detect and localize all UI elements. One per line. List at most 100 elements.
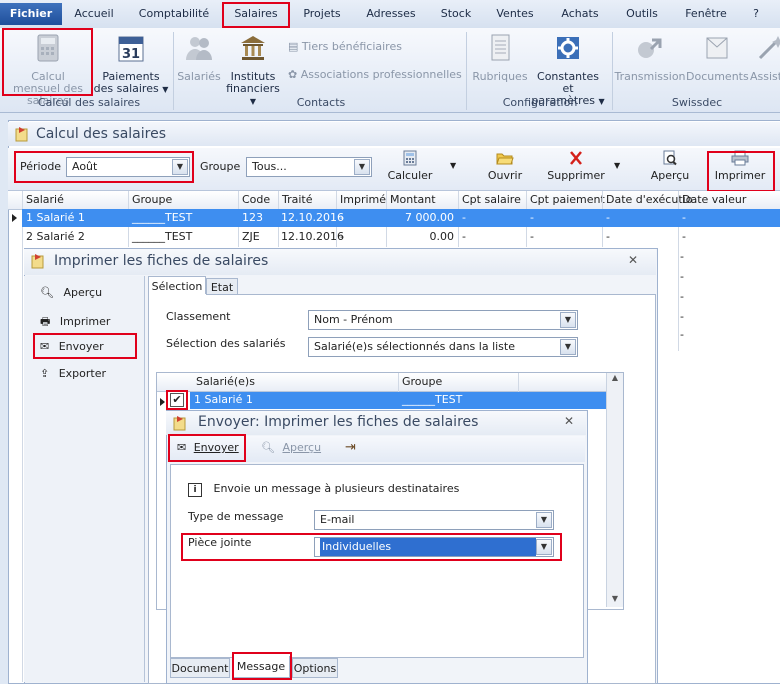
tiers-label: Tiers bénéficiaires [301, 40, 402, 53]
menu-projets[interactable]: Projets [298, 4, 346, 24]
menu-accueil[interactable]: Accueil [68, 4, 120, 24]
supprimer-button[interactable]: Supprimer [544, 150, 608, 182]
row-checkbox[interactable]: ✔ [170, 393, 184, 407]
window-app-icon [173, 416, 186, 431]
exit-icon[interactable]: ⇥ [345, 440, 356, 455]
chevron-down-icon: ▼ [536, 512, 552, 528]
imprimer-button[interactable]: Imprimer [708, 150, 772, 182]
apercu-button-disabled[interactable]: 🔍︎ Aperçu [261, 441, 321, 454]
side-exporter[interactable]: ⇪ Exporter [40, 367, 106, 380]
menu-achats[interactable]: Achats [556, 4, 604, 24]
info-icon: i [188, 483, 202, 497]
transmission-label: Transmission [614, 70, 686, 83]
col-date-valeur[interactable]: Date valeur [682, 192, 746, 208]
tab-selection[interactable]: Sélection [148, 276, 206, 296]
list-col-salaries[interactable]: Salarié(e)s [196, 374, 255, 390]
col-date-execution[interactable]: Date d'exécutio [606, 192, 692, 208]
menu-comptabilite[interactable]: Comptabilité [132, 4, 216, 24]
col-cpt-salaire[interactable]: Cpt salaire [462, 192, 521, 208]
cell-date-valeur: - [680, 290, 684, 303]
col-code[interactable]: Code [242, 192, 270, 208]
classement-select[interactable]: Nom - Prénom ▼ [308, 310, 578, 330]
cell-code: ZJE [242, 230, 260, 243]
paiements-button[interactable]: 31 Paiements des salaires ▼ [92, 32, 170, 96]
side-imprimer[interactable]: 🖶 Imprimer [40, 313, 110, 332]
menu-ventes[interactable]: Ventes [492, 4, 538, 24]
documents-button[interactable]: Documents [686, 32, 749, 83]
transmission-button[interactable]: Transmission [614, 32, 686, 83]
cell-groupe: ______TEST [132, 230, 193, 243]
col-groupe[interactable]: Groupe [132, 192, 172, 208]
cell-montant: 7 000.00 [405, 211, 454, 224]
groupe-select[interactable]: Tous... ▼ [246, 157, 372, 177]
folder-open-icon [496, 153, 514, 165]
cell-date-execution: - [606, 211, 610, 224]
info-text: Envoie un message à plusieurs destinatai… [213, 482, 460, 495]
group-configuration-label: Configuration [502, 96, 578, 109]
selection-salaries-select[interactable]: Salarié(e)s sélectionnés dans la liste ▼ [308, 337, 578, 357]
ribbon-separator [612, 32, 613, 110]
type-message-select[interactable]: E-mail ▼ [314, 510, 554, 530]
associations-label: Associations professionnelles [300, 68, 462, 81]
menu-stock[interactable]: Stock [434, 4, 478, 24]
document-list-icon [491, 34, 510, 61]
print-dialog-title-bar: Imprimer les fiches de salaires ✕ [24, 249, 656, 275]
ouvrir-button[interactable]: Ouvrir [478, 150, 532, 182]
piece-jointe-select[interactable]: Individuelles ▼ [314, 537, 554, 557]
calculator-icon [403, 150, 417, 166]
calculator-icon [37, 34, 59, 62]
menu-help[interactable]: ? [748, 4, 764, 24]
scroll-down-icon[interactable]: ▼ [607, 594, 623, 603]
col-montant[interactable]: Montant [390, 192, 436, 208]
paiements-label: Paiements des salaires [93, 70, 160, 95]
col-traite[interactable]: Traité [282, 192, 313, 208]
list-scrollbar[interactable]: ▲ ▼ [606, 373, 623, 607]
calculer-button[interactable]: Calculer [380, 150, 440, 182]
grid-line [22, 191, 23, 682]
periode-value: Août [72, 160, 98, 173]
chevron-down-icon: ▼ [560, 312, 576, 328]
periode-select[interactable]: Août ▼ [66, 157, 190, 177]
tiers-button[interactable]: ▤ Tiers bénéficiaires [288, 40, 402, 53]
list-col-groupe[interactable]: Groupe [402, 374, 442, 390]
side-apercu[interactable]: 🔍︎ Aperçu [40, 286, 102, 299]
groupe-value: Tous... [252, 160, 287, 173]
supprimer-dropdown-icon[interactable]: ▼ [614, 161, 620, 170]
piece-jointe-label: Pièce jointe [188, 536, 252, 549]
cell-date-valeur: - [682, 211, 686, 224]
assistant-button[interactable]: Assist [748, 32, 780, 83]
envoyer-button[interactable]: ✉ Envoyer [177, 441, 239, 454]
chevron-down-icon: ▼ [560, 339, 576, 355]
menu-fichier[interactable]: Fichier [0, 3, 62, 25]
tab-options[interactable]: Options [292, 658, 338, 678]
envoyer-label: Envoyer [193, 441, 239, 454]
wand-icon [758, 36, 780, 60]
print-dialog-sidebar: 🔍︎ Aperçu 🖶 Imprimer ✉ Envoyer ⇪ Exporte… [24, 276, 145, 682]
dropdown-arrow-icon: ▼ [162, 85, 169, 94]
cell-date-valeur: - [680, 270, 684, 283]
menu-outils[interactable]: Outils [620, 4, 664, 24]
ouvrir-label: Ouvrir [487, 169, 523, 182]
scroll-up-icon[interactable]: ▲ [607, 373, 623, 382]
calculer-dropdown-icon[interactable]: ▼ [450, 161, 456, 170]
menu-adresses[interactable]: Adresses [362, 4, 420, 24]
check-icon: ✔ [172, 393, 182, 406]
side-envoyer[interactable]: ✉ Envoyer [40, 340, 104, 353]
tab-message[interactable]: Message [232, 656, 290, 678]
documents-label: Documents [686, 70, 749, 83]
menu-fenetre[interactable]: Fenêtre [680, 4, 732, 24]
col-cpt-paiement[interactable]: Cpt paiement [530, 192, 605, 208]
row-indicator-icon [12, 214, 17, 222]
close-icon[interactable]: ✕ [628, 253, 638, 267]
tab-document[interactable]: Document [170, 658, 230, 678]
associations-button[interactable]: ✿ Associations professionnelles [288, 68, 462, 81]
salaries-button[interactable]: Salariés [176, 32, 222, 83]
col-salarie[interactable]: Salarié [26, 192, 64, 208]
close-icon[interactable]: ✕ [564, 414, 574, 428]
tab-connector [149, 294, 206, 296]
cell-cpt-paiement: - [530, 211, 534, 224]
menu-salaires[interactable]: Salaires [224, 4, 288, 24]
col-imprime[interactable]: Imprimé [340, 192, 386, 208]
rubriques-button[interactable]: Rubriques [470, 32, 530, 83]
apercu-button[interactable]: Aperçu [642, 150, 698, 182]
